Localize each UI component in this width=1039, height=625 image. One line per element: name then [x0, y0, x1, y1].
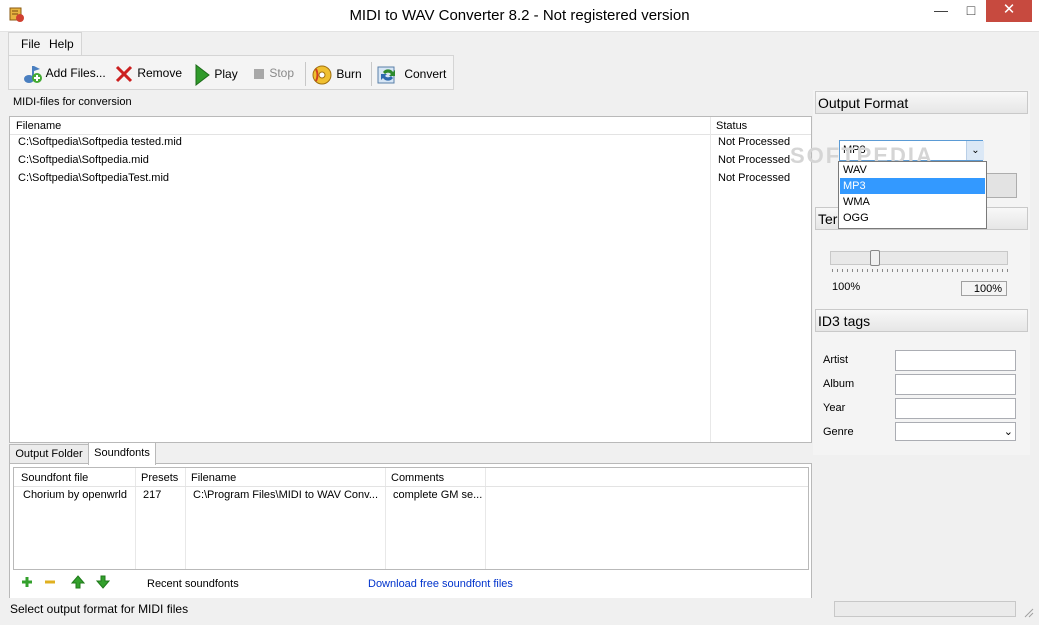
status-bar: Select output format for MIDI files — [0, 598, 1039, 625]
remove-icon — [115, 65, 133, 82]
burn-icon — [312, 65, 332, 85]
column-header-filename[interactable]: Filename — [16, 120, 61, 132]
album-label: Album — [823, 378, 855, 390]
genre-select[interactable]: ⌄ — [895, 422, 1016, 441]
play-icon — [195, 63, 210, 87]
files-section-label: MIDI-files for conversion — [13, 96, 132, 108]
tempo-value-label: 100% — [832, 281, 861, 293]
header-divider — [10, 134, 811, 135]
soundfont-presets: 217 — [143, 489, 162, 501]
column-header-status[interactable]: Status — [716, 120, 747, 132]
chevron-down-icon[interactable]: ⌄ — [966, 141, 984, 160]
plus-icon — [22, 577, 32, 587]
format-settings-button[interactable] — [985, 173, 1017, 198]
resize-grip-icon[interactable] — [1022, 606, 1034, 618]
tab-output-folder[interactable]: Output Folder — [9, 444, 89, 464]
tab-soundfonts[interactable]: Soundfonts — [88, 442, 156, 465]
soundfont-name: Chorium by openwrld — [23, 489, 127, 501]
soundfont-actions: Recent soundfonts Download free soundfon… — [13, 573, 807, 595]
burn-button[interactable]: Burn — [311, 64, 362, 85]
year-label: Year — [823, 402, 846, 414]
minus-icon — [45, 580, 55, 584]
table-row[interactable]: C:\Softpedia\SoftpediaTest.mid Not Proce… — [10, 172, 811, 190]
table-row[interactable]: C:\Softpedia\Softpedia.mid Not Processed — [10, 154, 811, 172]
soundfont-comments: complete GM se... — [393, 489, 483, 501]
add-files-button[interactable]: Add Files... — [21, 64, 106, 83]
output-format-header: Output Format — [815, 91, 1028, 114]
stop-icon — [254, 68, 264, 79]
move-down-button[interactable] — [95, 575, 111, 592]
move-up-button[interactable] — [70, 575, 86, 592]
tempo-slider-thumb[interactable] — [870, 250, 880, 266]
year-field[interactable] — [895, 398, 1016, 419]
maximize-button[interactable]: □ — [956, 0, 986, 22]
arrow-down-icon — [95, 575, 111, 589]
toolbar-separator — [305, 62, 306, 86]
table-row[interactable]: C:\Softpedia\Softpedia tested.mid Not Pr… — [10, 136, 811, 154]
recent-soundfonts-button[interactable]: Recent soundfonts — [147, 578, 239, 590]
id3-tags-header: ID3 tags — [815, 309, 1028, 332]
convert-icon — [377, 66, 395, 84]
genre-label: Genre — [823, 426, 854, 438]
format-option-mp3[interactable]: MP3 — [840, 178, 985, 194]
format-option-wav[interactable]: WAV — [840, 162, 985, 178]
file-name: C:\Softpedia\SoftpediaTest.mid — [18, 172, 170, 184]
close-button[interactable]: ✕ — [986, 0, 1032, 22]
menu-bar: File Help — [8, 32, 82, 56]
soundfonts-panel: Soundfont file Presets Filename Comments… — [9, 463, 812, 599]
file-status: Not Processed — [718, 172, 791, 184]
format-option-ogg[interactable]: OGG — [840, 210, 985, 226]
soundfont-list[interactable]: Soundfont file Presets Filename Comments… — [13, 467, 809, 570]
remove-soundfont-button[interactable] — [44, 576, 56, 591]
artist-field[interactable] — [895, 350, 1016, 371]
output-format-dropdown[interactable]: WAV MP3 WMA OGG — [838, 161, 987, 229]
status-text: Select output format for MIDI files — [10, 602, 189, 616]
file-name: C:\Softpedia\Softpedia.mid — [18, 154, 149, 166]
add-soundfont-button[interactable] — [21, 576, 33, 591]
arrow-up-icon — [70, 575, 86, 589]
soundfont-filename: C:\Program Files\MIDI to WAV Conv... — [193, 489, 378, 501]
toolbar: Add Files... Remove Play Stop Burn Conve… — [8, 55, 454, 90]
stop-button[interactable]: Stop — [252, 64, 294, 82]
play-button[interactable]: Play — [193, 63, 238, 87]
file-list[interactable]: Filename Status C:\Softpedia\Softpedia t… — [9, 116, 812, 443]
menu-help[interactable]: Help — [49, 37, 74, 51]
artist-label: Artist — [823, 354, 849, 366]
add-files-icon — [24, 66, 42, 83]
status-progress — [834, 601, 1016, 617]
menu-file[interactable]: File — [21, 37, 40, 51]
tempo-slider-track[interactable] — [830, 251, 1008, 265]
toolbar-separator — [371, 62, 372, 86]
file-name: C:\Softpedia\Softpedia tested.mid — [18, 136, 182, 148]
table-row[interactable]: Chorium by openwrld 217 C:\Program Files… — [14, 468, 808, 569]
album-field[interactable] — [895, 374, 1016, 395]
tempo-slider-ticks — [832, 269, 1008, 272]
tempo-value-box[interactable]: 100% — [961, 281, 1007, 296]
remove-button[interactable]: Remove — [114, 64, 182, 82]
file-status: Not Processed — [718, 154, 791, 166]
title-bar: MIDI to WAV Converter 8.2 - Not register… — [0, 0, 1039, 32]
download-soundfonts-link[interactable]: Download free soundfont files — [368, 578, 513, 590]
minimize-button[interactable]: — — [926, 0, 956, 22]
file-status: Not Processed — [718, 136, 791, 148]
chevron-down-icon[interactable]: ⌄ — [1004, 425, 1013, 438]
convert-button[interactable]: Convert — [377, 64, 446, 84]
format-option-wma[interactable]: WMA — [840, 194, 985, 210]
window-title: MIDI to WAV Converter 8.2 - Not register… — [349, 7, 690, 24]
